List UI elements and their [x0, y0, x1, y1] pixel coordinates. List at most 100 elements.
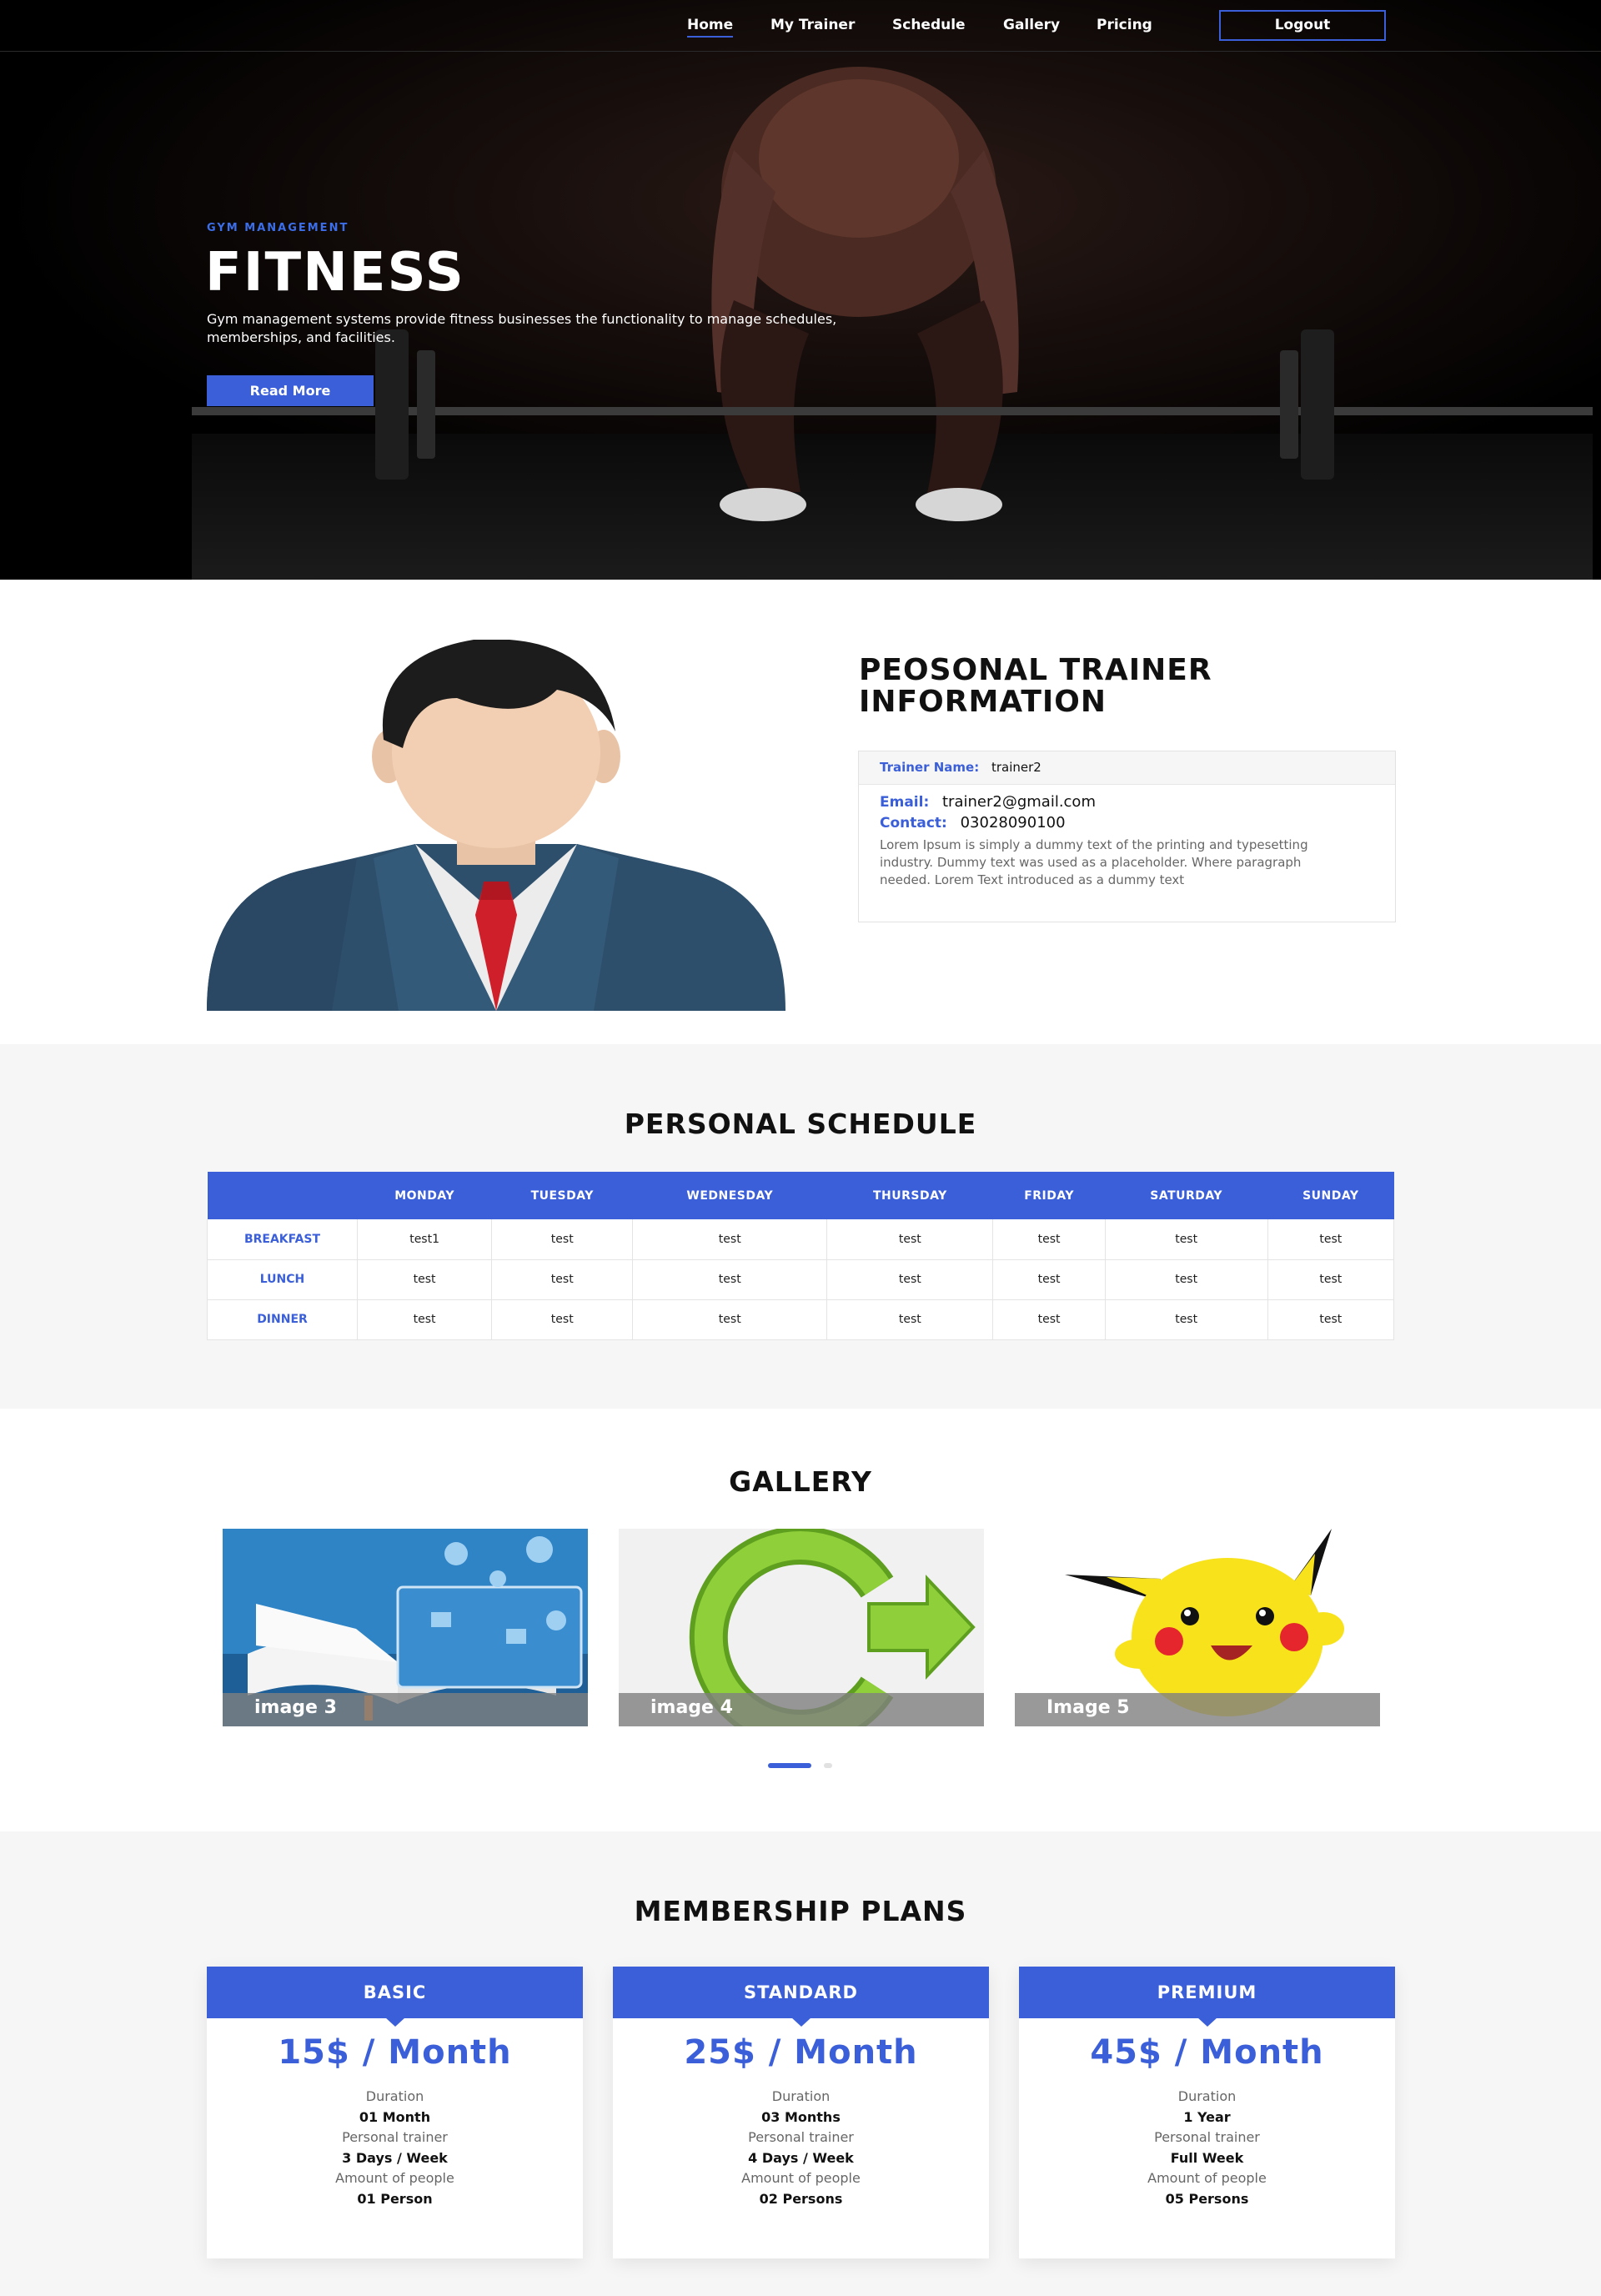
schedule-row-breakfast: BREAKFAST test1 test test test test test…: [207, 1219, 1395, 1260]
schedule-cell: test: [1267, 1299, 1395, 1340]
plan-details: Duration 03 Months Personal trainer 4 Da…: [613, 2087, 989, 2209]
schedule-row-lunch: LUNCH test test test test test test test: [207, 1259, 1395, 1300]
plans-title: MEMBERSHIP PLANS: [634, 1895, 967, 1927]
people-value: 02 Persons: [759, 2190, 843, 2207]
hero-kicker: GYM MANAGEMENT: [207, 222, 349, 234]
schedule-cell: test: [1105, 1299, 1268, 1340]
trainer-avatar: [207, 640, 785, 1011]
hero-section: Home My Trainer Schedule Gallery Pricing…: [0, 0, 1601, 580]
trainer-value: 4 Days / Week: [748, 2149, 854, 2166]
plan-card-standard[interactable]: STANDARD 25$ / Month Duration 03 Months …: [613, 1967, 989, 2258]
plan-name: STANDARD: [613, 1967, 989, 2027]
schedule-day-header: MONDAY: [357, 1172, 492, 1219]
trainer-description: Lorem Ipsum is simply a dummy text of th…: [880, 837, 1308, 887]
nav-pricing-link[interactable]: Pricing: [1097, 17, 1152, 33]
people-label: Amount of people: [335, 2170, 454, 2186]
membership-plans-section: MEMBERSHIP PLANS BASIC 15$ / Month Durat…: [0, 1831, 1601, 2296]
trainer-card-header: Trainer Name: trainer2: [859, 751, 1395, 785]
trainer-heading-line2: INFORMATION: [859, 685, 1107, 719]
trainer-contact-label: Contact:: [880, 815, 947, 831]
top-navbar: Home My Trainer Schedule Gallery Pricing…: [0, 0, 1601, 52]
plan-details: Duration 01 Month Personal trainer 3 Day…: [207, 2087, 583, 2209]
schedule-day-header: FRIDAY: [992, 1172, 1106, 1219]
schedule-day-header: THURSDAY: [826, 1172, 993, 1219]
schedule-cell: test: [1267, 1259, 1395, 1300]
schedule-cell: test: [826, 1299, 994, 1340]
carousel-dot[interactable]: [824, 1763, 832, 1768]
trainer-email-value: trainer2@gmail.com: [942, 793, 1096, 811]
schedule-cell: test1: [357, 1219, 493, 1260]
trainer-label: Personal trainer: [342, 2129, 448, 2145]
schedule-day-header: SATURDAY: [1105, 1172, 1268, 1219]
duration-value: 03 Months: [761, 2108, 841, 2125]
schedule-cell: test: [632, 1299, 828, 1340]
meal-label: LUNCH: [207, 1259, 358, 1300]
trainer-heading-line1: PEOSONAL TRAINER: [859, 653, 1212, 687]
trainer-email-row: Email: trainer2@gmail.com: [880, 793, 1374, 811]
schedule-cell: test: [632, 1219, 828, 1260]
hero-description: Gym management systems provide fitness b…: [207, 311, 837, 345]
people-value: 01 Person: [357, 2190, 433, 2207]
plan-details: Duration 1 Year Personal trainer Full We…: [1019, 2087, 1395, 2209]
schedule-cell: test: [357, 1259, 493, 1300]
trainer-value: Full Week: [1170, 2149, 1244, 2166]
people-value: 05 Persons: [1165, 2190, 1249, 2207]
nav-my-trainer-link[interactable]: My Trainer: [770, 17, 855, 33]
gallery-item[interactable]: Image 5: [1015, 1529, 1380, 1726]
gallery-caption: image 4: [619, 1693, 984, 1726]
duration-value: 1 Year: [1183, 2108, 1231, 2125]
trainer-value: 3 Days / Week: [342, 2149, 448, 2166]
trainer-name-value: trainer2: [991, 760, 1041, 775]
people-label: Amount of people: [1147, 2170, 1267, 2186]
schedule-cell: test: [1105, 1259, 1268, 1300]
hero-title: FITNESS: [205, 242, 465, 304]
carousel-dot-active[interactable]: [768, 1763, 811, 1768]
people-label: Amount of people: [741, 2170, 861, 2186]
schedule-cell: test: [826, 1259, 994, 1300]
trainer-section: PEOSONAL TRAINER INFORMATION Trainer Nam…: [0, 580, 1601, 1044]
trainer-label: Personal trainer: [748, 2129, 854, 2145]
logout-button[interactable]: Logout: [1219, 10, 1386, 41]
plan-name: BASIC: [207, 1967, 583, 2027]
schedule-corner-cell: [207, 1172, 358, 1219]
meal-label: BREAKFAST: [207, 1219, 358, 1260]
schedule-title: PERSONAL SCHEDULE: [624, 1108, 977, 1140]
trainer-info-card: Trainer Name: trainer2 Email: trainer2@g…: [858, 751, 1396, 922]
schedule-cell: test: [491, 1299, 634, 1340]
duration-label: Duration: [1177, 2088, 1237, 2104]
trainer-email-label: Email:: [880, 794, 930, 811]
schedule-day-header: SUNDAY: [1267, 1172, 1394, 1219]
schedule-cell: test: [992, 1219, 1106, 1260]
schedule-cell: test: [632, 1259, 828, 1300]
schedule-cell: test: [992, 1259, 1106, 1300]
nav-home-link[interactable]: Home: [687, 17, 734, 38]
gallery-item[interactable]: image 4: [619, 1529, 984, 1726]
duration-label: Duration: [771, 2088, 831, 2104]
plan-name: PREMIUM: [1019, 1967, 1395, 2027]
trainer-heading: PEOSONAL TRAINER INFORMATION: [859, 655, 1212, 718]
schedule-day-header: TUESDAY: [491, 1172, 633, 1219]
schedule-day-header: WEDNESDAY: [632, 1172, 827, 1219]
schedule-cell: test: [826, 1219, 994, 1260]
schedule-cell: test: [992, 1299, 1106, 1340]
nav-schedule-link[interactable]: Schedule: [892, 17, 966, 33]
plan-card-premium[interactable]: PREMIUM 45$ / Month Duration 1 Year Pers…: [1019, 1967, 1395, 2258]
gallery-item[interactable]: image 3: [223, 1529, 588, 1726]
trainer-name-label: Trainer Name:: [880, 760, 980, 775]
read-more-button[interactable]: Read More: [207, 375, 374, 406]
plan-card-basic[interactable]: BASIC 15$ / Month Duration 01 Month Pers…: [207, 1967, 583, 2258]
gallery-caption: Image 5: [1015, 1693, 1380, 1726]
plan-price: 45$ / Month: [1090, 2033, 1324, 2072]
schedule-header-row: MONDAY TUESDAY WEDNESDAY THURSDAY FRIDAY…: [207, 1172, 1394, 1219]
schedule-cell: test: [357, 1299, 493, 1340]
trainer-label: Personal trainer: [1154, 2129, 1260, 2145]
nav-gallery-link[interactable]: Gallery: [1003, 17, 1060, 33]
plan-price: 25$ / Month: [684, 2033, 918, 2072]
duration-label: Duration: [365, 2088, 424, 2104]
trainer-card-body: Email: trainer2@gmail.com Contact: 03028…: [859, 785, 1395, 897]
duration-value: 01 Month: [359, 2108, 431, 2125]
meal-label: DINNER: [207, 1299, 358, 1340]
schedule-cell: test: [1105, 1219, 1268, 1260]
schedule-table: MONDAY TUESDAY WEDNESDAY THURSDAY FRIDAY…: [207, 1172, 1395, 1340]
trainer-contact-value: 03028090100: [960, 814, 1066, 831]
